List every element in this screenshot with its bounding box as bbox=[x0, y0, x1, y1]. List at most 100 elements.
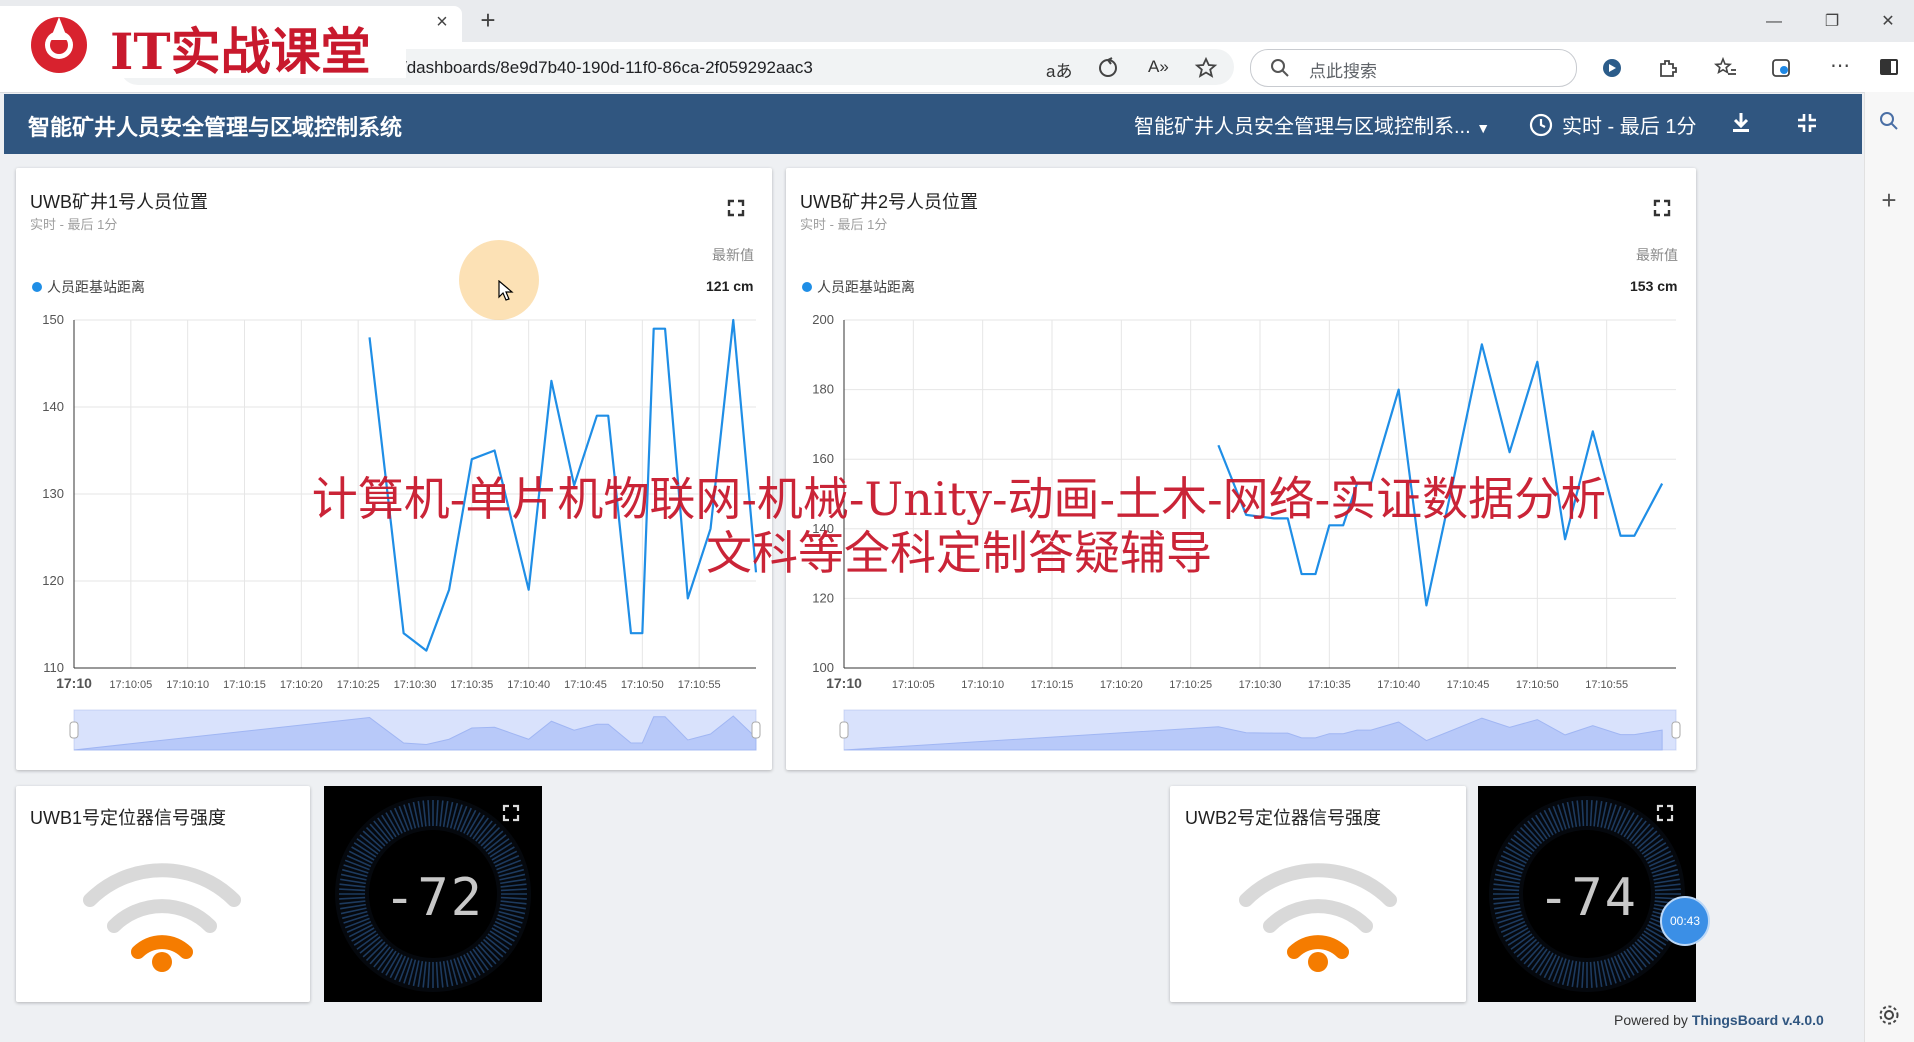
y-tick-label: 150 bbox=[42, 312, 64, 327]
legend-dot-icon bbox=[802, 282, 812, 292]
logo-text: IT实战课堂 bbox=[110, 22, 371, 81]
x-tick-label: 17:10 bbox=[826, 675, 862, 691]
sidebar-add-icon[interactable]: + bbox=[1875, 187, 1903, 213]
chart-1-latest-label: 最新值 bbox=[712, 247, 754, 263]
y-tick-label: 200 bbox=[812, 312, 834, 327]
wifi-signal-icon bbox=[1239, 863, 1397, 972]
powered-by-label: Powered by bbox=[1614, 1012, 1692, 1028]
x-tick-label: 17:10:50 bbox=[621, 679, 664, 691]
window-close-icon[interactable]: ✕ bbox=[1874, 10, 1902, 34]
exit-fullscreen-icon[interactable] bbox=[1796, 112, 1818, 134]
x-tick-label: 17:10:10 bbox=[961, 679, 1004, 691]
x-tick-label: 17:10:55 bbox=[678, 679, 721, 691]
sidebar-settings-icon[interactable] bbox=[1878, 1004, 1900, 1026]
watermark-line-1: 计算机-单片机物联网-机械-Unity-动画-土木-网络-实证数据分析 bbox=[311, 472, 1607, 526]
chart-1-latest-value: 121 cm bbox=[706, 278, 754, 294]
y-tick-label: 130 bbox=[42, 486, 64, 501]
x-tick-label: 17:10:25 bbox=[337, 679, 380, 691]
x-tick-label: 17:10:20 bbox=[1100, 679, 1143, 691]
dashboard-title: 智能矿井人员安全管理与区域控制系统 bbox=[28, 115, 403, 140]
dashboard-selector[interactable]: 智能矿井人员安全管理与区域控制系... ▼ bbox=[1134, 110, 1490, 139]
refresh-page-icon[interactable] bbox=[1096, 56, 1120, 80]
browser-search-box[interactable] bbox=[1250, 49, 1577, 87]
chart-2-title: UWB矿井2号人员位置 bbox=[800, 192, 979, 212]
y-tick-label: 110 bbox=[43, 660, 64, 675]
x-tick-label: 17:10:25 bbox=[1169, 679, 1212, 691]
legend-dot-icon bbox=[32, 282, 42, 292]
fullscreen-icon[interactable] bbox=[1652, 198, 1672, 218]
y-tick-label: 160 bbox=[812, 451, 834, 466]
extensions-icon[interactable] bbox=[1656, 56, 1680, 80]
x-tick-label: 17:10:40 bbox=[1377, 679, 1420, 691]
translate-icon[interactable]: aあ bbox=[1046, 57, 1072, 82]
copilot-icon[interactable] bbox=[1600, 56, 1624, 80]
more-menu-icon[interactable]: ⋯ bbox=[1826, 54, 1854, 78]
y-tick-label: 140 bbox=[42, 399, 64, 414]
zoom-slider-handle-right bbox=[1671, 721, 1681, 739]
zoom-slider-selection bbox=[74, 710, 756, 750]
x-tick-label: 17:10:45 bbox=[564, 679, 607, 691]
chart-1-title: UWB矿井1号人员位置 bbox=[30, 192, 209, 212]
chart-1-legend[interactable]: 人员距基站距离 bbox=[47, 277, 145, 297]
x-tick-label: 17:10:05 bbox=[892, 679, 935, 691]
sidebar-toggle-icon[interactable] bbox=[1878, 56, 1900, 78]
powered-by: Powered by ThingsBoard v.4.0.0 bbox=[1614, 1012, 1824, 1028]
thingsboard-link[interactable]: ThingsBoard v.4.0.0 bbox=[1692, 1012, 1824, 1028]
x-tick-label: 17:10:20 bbox=[280, 679, 323, 691]
timer-badge[interactable]: 00:43 bbox=[1660, 896, 1710, 946]
dashboard-selector-label: 智能矿井人员安全管理与区域控制系... bbox=[1134, 116, 1471, 138]
fullscreen-icon[interactable] bbox=[1656, 804, 1674, 822]
url-text[interactable]: /dashboards/8e9d7b40-190d-11f0-86ca-2f05… bbox=[402, 58, 813, 78]
watermark-line-2: 文科等全科定制答疑辅导 bbox=[706, 526, 1212, 580]
sidebar-search-icon[interactable] bbox=[1878, 110, 1900, 132]
chevron-down-icon: ▼ bbox=[1476, 120, 1491, 136]
fullscreen-icon[interactable] bbox=[726, 198, 746, 218]
favorite-star-icon[interactable] bbox=[1194, 56, 1218, 80]
chart-1-subtitle: 实时 - 最后 1分 bbox=[30, 217, 118, 232]
new-tab-icon[interactable]: + bbox=[474, 7, 502, 33]
x-tick-label: 17:10:40 bbox=[507, 679, 550, 691]
x-tick-label: 17:10:15 bbox=[223, 679, 266, 691]
x-tick-label: 17:10:30 bbox=[394, 679, 437, 691]
x-tick-label: 17:10:35 bbox=[1308, 679, 1351, 691]
window-minimize-icon[interactable]: — bbox=[1760, 10, 1788, 34]
x-tick-label: 17:10:45 bbox=[1447, 679, 1490, 691]
x-tick-label: 17:10:35 bbox=[450, 679, 493, 691]
chart-2-legend[interactable]: 人员距基站距离 bbox=[817, 277, 915, 297]
logo-icon bbox=[31, 17, 87, 73]
x-tick-label: 17:10:10 bbox=[166, 679, 209, 691]
edge-sidebar bbox=[1864, 92, 1914, 1042]
zoom-slider-handle-left bbox=[839, 721, 849, 739]
timewindow-button[interactable]: 实时 - 最后 1分 bbox=[1562, 110, 1696, 139]
search-placeholder: 点此搜索 bbox=[1309, 62, 1377, 81]
collections-icon[interactable] bbox=[1770, 56, 1794, 80]
watermark-text: 计算机-单片机物联网-机械-Unity-动画-土木-网络-实证数据分析 文科等全… bbox=[234, 472, 1684, 580]
fullscreen-icon[interactable] bbox=[502, 804, 520, 822]
x-tick-label: 17:10 bbox=[56, 675, 92, 691]
signal-2-title: UWB2号定位器信号强度 bbox=[1185, 808, 1382, 828]
y-tick-label: 120 bbox=[42, 573, 64, 588]
x-tick-label: 17:10:05 bbox=[109, 679, 152, 691]
x-tick-label: 17:10:30 bbox=[1239, 679, 1282, 691]
window-restore-icon[interactable]: ❐ bbox=[1818, 10, 1846, 34]
x-tick-label: 17:10:50 bbox=[1516, 679, 1559, 691]
zoom-slider-handle-left bbox=[69, 721, 79, 739]
wifi-signal-icon bbox=[83, 863, 241, 972]
y-tick-label: 180 bbox=[812, 382, 834, 397]
tab-close-icon[interactable]: × bbox=[428, 10, 456, 34]
y-tick-label: 100 bbox=[812, 660, 834, 675]
chart-2-subtitle: 实时 - 最后 1分 bbox=[800, 217, 888, 232]
chart-2-latest-value: 153 cm bbox=[1630, 278, 1678, 294]
chart-2-latest-label: 最新值 bbox=[1636, 247, 1678, 263]
download-icon[interactable] bbox=[1728, 110, 1754, 136]
mouse-cursor-icon bbox=[498, 280, 514, 301]
favorites-icon[interactable] bbox=[1714, 56, 1738, 80]
gauge-2-value: -74 bbox=[1538, 868, 1638, 928]
clock-icon[interactable] bbox=[1528, 112, 1554, 138]
x-tick-label: 17:10:15 bbox=[1031, 679, 1074, 691]
y-tick-label: 120 bbox=[812, 590, 834, 605]
signal-1-title: UWB1号定位器信号强度 bbox=[30, 808, 227, 828]
gauge-1-value: -72 bbox=[384, 868, 484, 928]
read-aloud-icon[interactable]: A» bbox=[1148, 57, 1169, 77]
zoom-slider-selection bbox=[844, 710, 1676, 750]
